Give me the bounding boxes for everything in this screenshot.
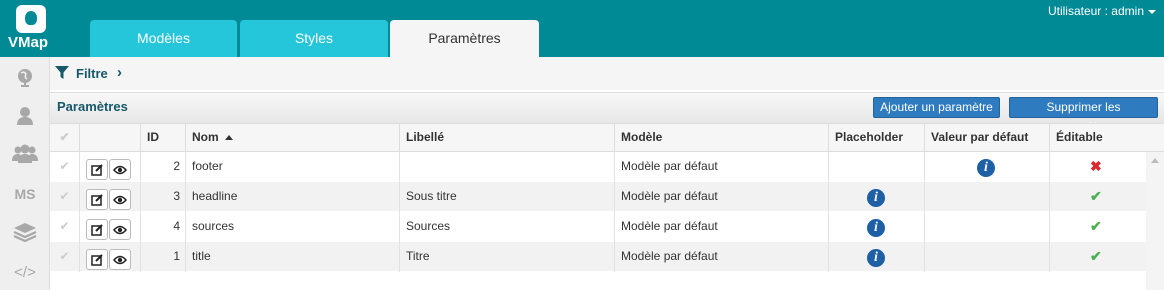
cell-libelle: Sources: [399, 212, 614, 242]
layers-icon[interactable]: [0, 220, 50, 244]
tab-modeles[interactable]: Modèles: [90, 20, 237, 57]
app-logo[interactable]: VMap: [0, 0, 60, 57]
eye-icon[interactable]: [109, 189, 131, 210]
row-checkbox[interactable]: ✔: [50, 182, 79, 212]
cell-placeholder: i: [828, 212, 924, 242]
row-actions: [79, 242, 140, 272]
row-actions: [79, 182, 140, 212]
row-checkbox[interactable]: ✔: [50, 212, 79, 242]
edit-icon[interactable]: [86, 249, 108, 270]
check-icon: ✔: [1090, 218, 1102, 234]
cell-libelle: Sous titre: [399, 182, 614, 212]
cell-editable: ✔: [1049, 242, 1146, 272]
edit-icon[interactable]: [86, 219, 108, 240]
table-header: ✔ ID Nom Libellé Modèle Placeholder Vale…: [50, 123, 1164, 152]
cell-placeholder: [828, 152, 924, 182]
filter-bar[interactable]: Filtre ›: [50, 57, 1164, 90]
cell-nom: title: [185, 242, 399, 272]
scroll-up-icon: [1151, 158, 1159, 163]
check-icon: ✔: [1090, 188, 1102, 204]
info-icon[interactable]: i: [977, 159, 995, 177]
filter-icon: [55, 66, 69, 79]
cell-modele: Modèle par défaut: [614, 212, 828, 242]
panel-title: Paramètres: [57, 99, 128, 114]
cell-id: 2: [140, 152, 185, 182]
cell-placeholder: i: [828, 182, 924, 212]
chevron-right-icon: ›: [117, 64, 122, 81]
vmap-logo-icon: [16, 5, 46, 33]
edit-icon[interactable]: [86, 159, 108, 180]
cell-libelle: [399, 152, 614, 182]
col-header-placeholder[interactable]: Placeholder: [828, 124, 924, 152]
user-label: Utilisateur : admin: [1047, 4, 1144, 18]
cell-placeholder: i: [828, 242, 924, 272]
col-header-libelle[interactable]: Libellé: [399, 124, 614, 152]
eye-icon[interactable]: [109, 219, 131, 240]
cell-editable: ✖: [1049, 152, 1146, 182]
row-checkbox[interactable]: ✔: [50, 242, 79, 272]
cell-valeur: [924, 212, 1049, 242]
actions-header: [79, 124, 140, 152]
cell-libelle: Titre: [399, 242, 614, 272]
top-bar: VMap Modèles Styles Paramètres Utilisate…: [0, 0, 1164, 57]
user-icon[interactable]: [0, 104, 50, 128]
cell-id: 4: [140, 212, 185, 242]
users-icon[interactable]: [0, 142, 50, 166]
cell-nom: headline: [185, 182, 399, 212]
eye-icon[interactable]: [109, 159, 131, 180]
cell-editable: ✔: [1049, 212, 1146, 242]
cell-modele: Modèle par défaut: [614, 182, 828, 212]
eye-icon[interactable]: [109, 249, 131, 270]
row-actions: [79, 212, 140, 242]
globe-icon[interactable]: [0, 65, 50, 89]
cell-nom: sources: [185, 212, 399, 242]
info-icon[interactable]: i: [867, 189, 885, 207]
cross-icon: ✖: [1090, 158, 1102, 174]
col-header-editable[interactable]: Éditable: [1049, 124, 1164, 152]
table-row[interactable]: ✔ 1 title Titre Modèle par défaut i ✔: [50, 242, 1146, 272]
col-header-nom[interactable]: Nom: [185, 124, 399, 152]
add-parameter-button[interactable]: Ajouter un paramètre: [873, 97, 1000, 118]
delete-parameters-button[interactable]: Supprimer les paramètres: [1009, 97, 1158, 133]
col-header-id[interactable]: ID: [140, 124, 185, 152]
check-icon: ✔: [1090, 248, 1102, 264]
sort-asc-icon: [224, 135, 233, 141]
app-name: VMap: [8, 34, 49, 51]
code-icon[interactable]: </>: [0, 260, 50, 284]
panel-header: Paramètres Ajouter un paramètre Supprime…: [50, 92, 1164, 133]
edit-icon[interactable]: [86, 189, 108, 210]
cell-valeur: [924, 242, 1049, 272]
info-icon[interactable]: i: [867, 249, 885, 267]
cell-id: 3: [140, 182, 185, 212]
caret-down-icon: [1148, 9, 1156, 14]
sidebar: MS </>: [0, 57, 50, 290]
row-checkbox[interactable]: ✔: [50, 152, 79, 182]
info-icon[interactable]: i: [867, 219, 885, 237]
table-row[interactable]: ✔ 4 sources Sources Modèle par défaut i ✔: [50, 212, 1146, 242]
cell-modele: Modèle par défaut: [614, 152, 828, 182]
cell-valeur: [924, 182, 1049, 212]
col-header-valeur[interactable]: Valeur par défaut: [924, 124, 1049, 152]
cell-id: 1: [140, 242, 185, 272]
cell-nom: footer: [185, 152, 399, 182]
table-row[interactable]: ✔ 3 headline Sous titre Modèle par défaut i ✔: [50, 182, 1146, 212]
cell-editable: ✔: [1049, 182, 1146, 212]
cell-valeur: i: [924, 152, 1049, 182]
row-actions: [79, 152, 140, 182]
tab-parametres[interactable]: Paramètres: [390, 20, 539, 57]
filter-label: Filtre: [76, 66, 108, 81]
col-header-modele[interactable]: Modèle: [614, 124, 828, 152]
ms-icon[interactable]: MS: [0, 182, 50, 206]
select-all-checkbox[interactable]: ✔: [50, 124, 79, 152]
scrollbar[interactable]: [1146, 152, 1164, 290]
user-menu[interactable]: Utilisateur : admin: [1048, 4, 1156, 18]
table-row[interactable]: ✔ 2 footer Modèle par défaut i ✖: [50, 152, 1146, 182]
tab-styles[interactable]: Styles: [240, 20, 388, 57]
cell-modele: Modèle par défaut: [614, 242, 828, 272]
